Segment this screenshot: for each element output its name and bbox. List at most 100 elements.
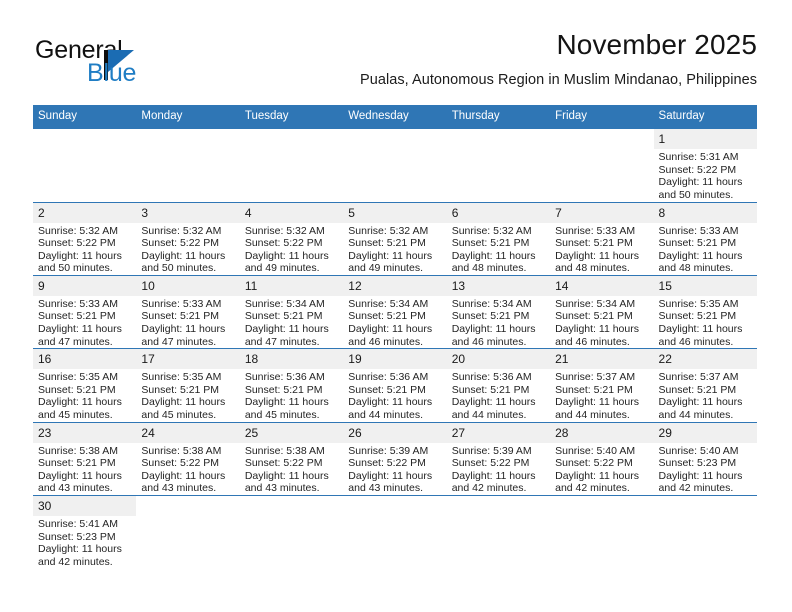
day-number: 25 <box>239 422 344 443</box>
calendar-day-cell-empty <box>136 495 240 569</box>
sunset-text: Sunset: 5:21 PM <box>38 457 116 470</box>
sunrise-text: Sunrise: 5:35 AM <box>141 371 222 384</box>
calendar-day-cell[interactable]: 25 Sunrise: 5:38 AM Sunset: 5:22 PM Dayligh… <box>239 421 344 496</box>
day-sun-info: Sunrise: 5:33 AM Sunset: 5:21 PM Daylight:… <box>550 223 653 275</box>
daylight-text-line1: Daylight: 11 hours <box>141 249 226 262</box>
daylight-text-line2: and 46 minutes. <box>348 335 423 348</box>
calendar-day-cell[interactable]: 20 Sunrise: 5:36 AM Sunset: 5:21 PM Dayligh… <box>446 348 551 423</box>
day-sun-info: Sunrise: 5:35 AM Sunset: 5:21 PM Daylight:… <box>654 296 757 348</box>
daylight-text-line2: and 49 minutes. <box>348 262 423 275</box>
day-sun-info: Sunrise: 5:39 AM Sunset: 5:22 PM Daylight:… <box>447 443 550 495</box>
title-block: November 2025 Pualas, Autonomous Region … <box>360 28 757 90</box>
daylight-text-line1: Daylight: 11 hours <box>348 249 433 262</box>
page-header: General Blue November 2025 Pualas, Auton… <box>33 28 757 100</box>
calendar-day-cell-empty <box>446 495 551 569</box>
calendar-day-cell[interactable]: 19 Sunrise: 5:36 AM Sunset: 5:21 PM Dayligh… <box>343 348 447 423</box>
day-number: 16 <box>33 349 137 370</box>
calendar-day-cell[interactable]: 27 Sunrise: 5:39 AM Sunset: 5:22 PM Dayligh… <box>446 421 551 496</box>
calendar-day-cell[interactable]: 10 Sunrise: 5:33 AM Sunset: 5:21 PM Dayligh… <box>136 274 240 349</box>
weekday-header-thursday: Thursday <box>446 105 551 129</box>
calendar-day-cell[interactable]: 21 Sunrise: 5:37 AM Sunset: 5:21 PM Dayligh… <box>550 348 654 423</box>
calendar-day-cell-empty <box>653 495 757 569</box>
day-number: 23 <box>33 422 137 443</box>
sunrise-text: Sunrise: 5:36 AM <box>451 371 532 384</box>
sunset-text: Sunset: 5:22 PM <box>451 457 530 470</box>
day-number: 15 <box>653 275 757 296</box>
calendar-day-cell[interactable]: 22 Sunrise: 5:37 AM Sunset: 5:21 PM Dayligh… <box>653 348 757 423</box>
day-number: 11 <box>239 275 344 296</box>
daylight-text-line1: Daylight: 11 hours <box>451 323 536 336</box>
calendar-day-cell[interactable]: 5 Sunrise: 5:32 AM Sunset: 5:21 PM Daylight… <box>343 201 447 276</box>
calendar-day-cell[interactable]: 7 Sunrise: 5:33 AM Sunset: 5:21 PM Daylight… <box>550 201 654 276</box>
calendar-day-cell-empty <box>343 129 447 202</box>
day-sun-info: Sunrise: 5:38 AM Sunset: 5:22 PM Daylight:… <box>240 443 343 495</box>
sunrise-text: Sunrise: 5:32 AM <box>451 224 532 237</box>
calendar-day-cell[interactable]: 12 Sunrise: 5:34 AM Sunset: 5:21 PM Dayligh… <box>343 274 447 349</box>
daylight-text-line2: and 43 minutes. <box>348 482 423 495</box>
sunset-text: Sunset: 5:22 PM <box>555 457 633 470</box>
sunrise-text: Sunrise: 5:37 AM <box>555 371 636 384</box>
calendar-day-cell[interactable]: 1 Sunrise: 5:31 AM Sunset: 5:22 PM Daylight… <box>653 129 757 202</box>
sunrise-text: Sunrise: 5:35 AM <box>658 297 739 310</box>
calendar-week-row: 9 Sunrise: 5:33 AM Sunset: 5:21 PM Daylight… <box>33 274 757 349</box>
sunset-text: Sunset: 5:21 PM <box>348 383 426 396</box>
sunrise-text: Sunrise: 5:33 AM <box>658 224 739 237</box>
calendar-day-cell[interactable]: 6 Sunrise: 5:32 AM Sunset: 5:21 PM Daylight… <box>446 201 551 276</box>
calendar-day-cell[interactable]: 13 Sunrise: 5:34 AM Sunset: 5:21 PM Dayligh… <box>446 274 551 349</box>
day-number: 12 <box>343 275 447 296</box>
calendar-day-cell[interactable]: 3 Sunrise: 5:32 AM Sunset: 5:22 PM Daylight… <box>136 201 240 276</box>
sunset-text: Sunset: 5:22 PM <box>141 237 220 250</box>
brand-logo[interactable]: General Blue <box>33 36 253 94</box>
sunrise-text: Sunrise: 5:34 AM <box>555 297 636 310</box>
day-number: 26 <box>343 422 447 443</box>
calendar-day-cell[interactable]: 15 Sunrise: 5:35 AM Sunset: 5:21 PM Dayligh… <box>653 274 757 349</box>
calendar-day-cell[interactable]: 14 Sunrise: 5:34 AM Sunset: 5:21 PM Dayligh… <box>550 274 654 349</box>
daylight-text-line2: and 44 minutes. <box>658 409 734 422</box>
calendar-day-cell[interactable]: 18 Sunrise: 5:36 AM Sunset: 5:21 PM Dayligh… <box>239 348 344 423</box>
sunset-text: Sunset: 5:22 PM <box>244 457 323 470</box>
calendar-day-cell[interactable]: 2 Sunrise: 5:32 AM Sunset: 5:22 PM Daylight… <box>33 201 137 276</box>
daylight-text-line1: Daylight: 11 hours <box>348 469 433 482</box>
weekday-header-sunday: Sunday <box>33 105 137 129</box>
daylight-text-line2: and 45 minutes. <box>244 409 320 422</box>
daylight-text-line2: and 48 minutes. <box>555 262 630 275</box>
calendar-day-cell[interactable]: 29 Sunrise: 5:40 AM Sunset: 5:23 PM Dayligh… <box>653 421 757 496</box>
sunrise-text: Sunrise: 5:39 AM <box>348 444 429 457</box>
daylight-text-line2: and 42 minutes. <box>451 482 527 495</box>
day-number <box>239 496 344 516</box>
calendar-day-cell[interactable]: 16 Sunrise: 5:35 AM Sunset: 5:21 PM Dayligh… <box>33 348 137 423</box>
day-sun-info: Sunrise: 5:32 AM Sunset: 5:22 PM Daylight:… <box>240 223 343 275</box>
daylight-text-line1: Daylight: 11 hours <box>244 249 329 262</box>
calendar-day-cell[interactable]: 23 Sunrise: 5:38 AM Sunset: 5:21 PM Dayligh… <box>33 421 137 496</box>
calendar-day-cell[interactable]: 11 Sunrise: 5:34 AM Sunset: 5:21 PM Dayligh… <box>239 274 344 349</box>
calendar-day-cell[interactable]: 17 Sunrise: 5:35 AM Sunset: 5:21 PM Dayligh… <box>136 348 240 423</box>
day-sun-info: Sunrise: 5:34 AM Sunset: 5:21 PM Daylight:… <box>240 296 343 348</box>
sunset-text: Sunset: 5:22 PM <box>348 457 426 470</box>
daylight-text-line1: Daylight: 11 hours <box>244 323 329 336</box>
day-number <box>239 129 344 149</box>
calendar-day-cell-empty <box>239 495 344 569</box>
sunrise-text: Sunrise: 5:34 AM <box>451 297 532 310</box>
calendar-day-cell[interactable]: 28 Sunrise: 5:40 AM Sunset: 5:22 PM Dayligh… <box>550 421 654 496</box>
sunrise-text: Sunrise: 5:32 AM <box>244 224 325 237</box>
daylight-text-line1: Daylight: 11 hours <box>555 249 639 262</box>
calendar-day-cell[interactable]: 26 Sunrise: 5:39 AM Sunset: 5:22 PM Dayligh… <box>343 421 447 496</box>
calendar-day-cell[interactable]: 9 Sunrise: 5:33 AM Sunset: 5:21 PM Daylight… <box>33 274 137 349</box>
day-sun-info: Sunrise: 5:41 AM Sunset: 5:23 PM Daylight:… <box>33 516 136 568</box>
daylight-text-line2: and 50 minutes. <box>658 188 734 201</box>
sunset-text: Sunset: 5:22 PM <box>244 237 323 250</box>
page-title: November 2025 <box>556 29 757 60</box>
sunrise-text: Sunrise: 5:38 AM <box>141 444 222 457</box>
calendar-day-cell[interactable]: 30 Sunrise: 5:41 AM Sunset: 5:23 PM Dayligh… <box>33 495 137 569</box>
calendar-day-cell[interactable]: 24 Sunrise: 5:38 AM Sunset: 5:22 PM Dayligh… <box>136 421 240 496</box>
daylight-text-line2: and 46 minutes. <box>451 335 527 348</box>
calendar-page: General Blue November 2025 Pualas, Auton… <box>0 0 792 612</box>
daylight-text-line1: Daylight: 11 hours <box>658 323 743 336</box>
sunset-text: Sunset: 5:21 PM <box>244 310 323 323</box>
calendar-day-cell[interactable]: 8 Sunrise: 5:33 AM Sunset: 5:21 PM Daylight… <box>653 201 757 276</box>
day-number: 10 <box>136 275 240 296</box>
daylight-text-line2: and 44 minutes. <box>451 409 527 422</box>
daylight-text-line1: Daylight: 11 hours <box>451 396 536 409</box>
calendar-day-cell[interactable]: 4 Sunrise: 5:32 AM Sunset: 5:22 PM Daylight… <box>239 201 344 276</box>
calendar-day-cell-empty <box>136 129 240 202</box>
